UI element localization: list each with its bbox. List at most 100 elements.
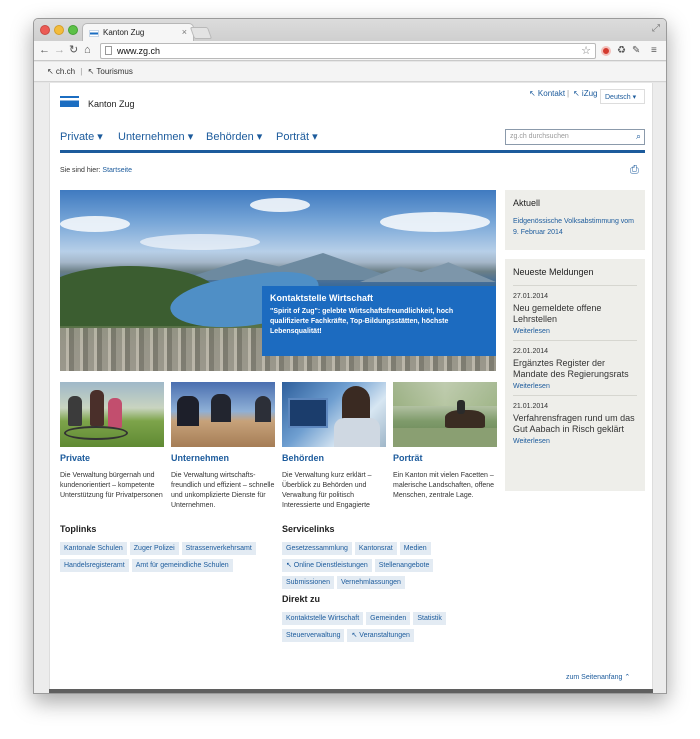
teaser-private-title[interactable]: Private	[60, 453, 164, 463]
direktzu-heading: Direkt zu	[282, 594, 321, 604]
search-icon[interactable]: ⌕	[636, 131, 641, 142]
tab-close-icon[interactable]: ×	[182, 27, 187, 37]
bookmark-ch-ch[interactable]: ↖ ch.ch	[47, 67, 75, 76]
address-bar[interactable]: www.zg.ch ☆	[100, 43, 596, 59]
hero-cloud	[60, 216, 130, 232]
back-to-top-link[interactable]: zum Seitenanfang ⌃	[566, 673, 630, 681]
tab-kanton-zug[interactable]: Kanton Zug ×	[82, 23, 194, 42]
tag-zuger-polizei[interactable]: Zuger Polizei	[129, 542, 179, 555]
forward-icon[interactable]: →	[54, 43, 65, 58]
page-icon	[105, 46, 112, 55]
close-window-button[interactable]	[40, 25, 50, 35]
tag-veranstaltungen[interactable]: ↖ Veranstaltungen	[347, 629, 414, 642]
tag-submissionen[interactable]: Submissionen	[282, 576, 334, 589]
minimize-window-button[interactable]	[54, 25, 64, 35]
hero-caption[interactable]: Kontaktstelle Wirtschaft "Spirit of Zug"…	[262, 286, 496, 356]
bookmark-separator: |	[80, 67, 83, 76]
bookmark-tourismus[interactable]: ↖ Tourismus	[88, 67, 133, 76]
news-date: 22.01.2014	[513, 348, 549, 355]
news-item[interactable]: 21.01.2014 Verfahrensfragen rund um das …	[513, 395, 637, 450]
tag-amt-fuer-gemeindliche-schulen[interactable]: Amt für gemeindliche Schulen	[131, 559, 233, 572]
tag-stellenangebote[interactable]: Stellenangebote	[374, 559, 434, 572]
news-item[interactable]: 27.01.2014 Neu gemeldete offene Lehrstel…	[513, 285, 637, 340]
bookmarks-bar: ↖ ch.ch | ↖ Tourismus	[34, 62, 666, 82]
teaser-portraet[interactable]: Porträt Ein Kanton mit vielen Facetten –…	[393, 382, 497, 501]
teaser-private-image[interactable]	[60, 382, 164, 447]
teaser-unternehmen-image[interactable]	[171, 382, 275, 447]
aktuell-link[interactable]: Eidgenössische Volksabstimmung vom 9. Fe…	[513, 216, 637, 238]
tag-gesetzessammlung[interactable]: Gesetzessammlung	[282, 542, 352, 555]
teaser-behoerden[interactable]: Behörden Die Verwaltung kurz erklärt – Ü…	[282, 382, 386, 511]
news-box: Neueste Meldungen 27.01.2014 Neu gemelde…	[505, 259, 645, 491]
tab-strip: Kanton Zug × ⤢	[34, 19, 666, 42]
tab-title: Kanton Zug	[103, 28, 145, 37]
breadcrumb-prefix: Sie sind hier:	[60, 167, 101, 174]
news-title[interactable]: Neu gemeldete offene Lehrstellen	[513, 303, 637, 325]
news-title[interactable]: Ergänztes Register der Mandate des Regie…	[513, 358, 637, 380]
back-icon[interactable]: ←	[39, 43, 50, 58]
reload-icon[interactable]: ↻	[69, 43, 78, 58]
tag-strassenverkehrsamt[interactable]: Strassenverkehrsamt	[181, 542, 256, 555]
favicon-icon	[89, 30, 99, 37]
tag-kontaktstelle-wirtschaft[interactable]: Kontaktstelle Wirtschaft	[282, 612, 364, 625]
nav-item-private[interactable]: Private ▾	[60, 130, 103, 143]
teaser-private-text: Die Verwaltung bürgernah und kundenorien…	[60, 472, 163, 499]
extension-opera-icon[interactable]	[601, 46, 611, 56]
teaser-behoerden-title[interactable]: Behörden	[282, 453, 386, 463]
teaser-behoerden-text: Die Verwaltung kurz erklärt – Überblick …	[282, 472, 372, 509]
nav-item-unternehmen[interactable]: Unternehmen ▾	[118, 130, 193, 143]
news-more-link[interactable]: Weiterlesen	[513, 438, 637, 445]
tag-vernehmlassungen[interactable]: Vernehmlassungen	[336, 576, 405, 589]
fullscreen-icon[interactable]: ⤢	[652, 23, 660, 34]
news-title[interactable]: Verfahrensfragen rund um das Gut Aabach …	[513, 413, 637, 435]
home-icon[interactable]: ⌂	[84, 43, 91, 58]
extension-wrench-icon[interactable]: ✎	[632, 44, 640, 58]
servicelinks-heading: Servicelinks	[282, 524, 335, 534]
news-more-link[interactable]: Weiterlesen	[513, 383, 637, 390]
news-item[interactable]: 22.01.2014 Ergänztes Register der Mandat…	[513, 340, 637, 395]
tag-steuerverwaltung[interactable]: Steuerverwaltung	[282, 629, 345, 642]
teaser-behoerden-image[interactable]	[282, 382, 386, 447]
hero-cloud	[380, 212, 490, 232]
bookmark-star-icon[interactable]: ☆	[581, 44, 591, 58]
hero-image[interactable]: Kontaktstelle Wirtschaft "Spirit of Zug"…	[60, 190, 496, 371]
direktzu-tags: Kontaktstelle Wirtschaft Gemeinden Statist…	[282, 612, 462, 646]
menu-icon[interactable]: ≡	[651, 44, 657, 58]
nav-item-portraet[interactable]: Porträt ▾	[276, 130, 318, 143]
tag-kantonale-schulen[interactable]: Kantonale Schulen	[60, 542, 127, 555]
extension-recycle-icon[interactable]: ♻	[617, 44, 626, 58]
news-date: 27.01.2014	[513, 293, 549, 300]
browser-toolbar: ← → ↻ ⌂ www.zg.ch ☆ ♻ ✎ ≡	[34, 41, 666, 61]
teaser-portraet-title[interactable]: Porträt	[393, 453, 497, 463]
site-title[interactable]: Kanton Zug	[88, 99, 135, 109]
teaser-portraet-image[interactable]	[393, 382, 497, 447]
language-select[interactable]: Deutsch ▾	[600, 89, 645, 104]
news-more-link[interactable]: Weiterlesen	[513, 328, 637, 335]
tag-kantonsrat[interactable]: Kantonsrat	[354, 542, 397, 555]
hero-text: "Spirit of Zug": gelebte Wirtschaftsfreu…	[270, 308, 454, 335]
hero-mountains	[360, 262, 496, 282]
tag-online-dienstleistungen[interactable]: ↖ Online Dienstleistungen	[282, 559, 372, 572]
tag-handelsregisteramt[interactable]: Handelsregisteramt	[60, 559, 129, 572]
izug-link[interactable]: ↖ iZug	[573, 89, 598, 98]
page-viewport: Kanton Zug ↖ Kontakt | ↖ iZug Deutsch ▾ …	[34, 83, 666, 693]
kanton-zug-logo[interactable]	[60, 96, 79, 107]
teaser-unternehmen[interactable]: Unternehmen Die Verwaltung wirtschafts-f…	[171, 382, 275, 511]
new-tab-button[interactable]	[189, 27, 213, 39]
hero-title: Kontaktstelle Wirtschaft	[270, 293, 373, 303]
maximize-window-button[interactable]	[68, 25, 78, 35]
news-heading: Neueste Meldungen	[513, 267, 594, 277]
hero-cloud	[250, 198, 310, 212]
print-icon[interactable]: ⎙	[630, 164, 639, 177]
tag-statistik[interactable]: Statistik	[413, 612, 446, 625]
teaser-portraet-text: Ein Kanton mit vielen Facetten – maleris…	[393, 472, 495, 499]
breadcrumb-startseite[interactable]: Startseite	[102, 167, 132, 174]
teaser-private[interactable]: Private Die Verwaltung bürgernah und kun…	[60, 382, 164, 501]
search-input[interactable]: zg.ch durchsuchen ⌕	[505, 129, 645, 145]
tag-medien[interactable]: Medien	[399, 542, 431, 555]
url-text: www.zg.ch	[117, 46, 161, 56]
nav-item-behoerden[interactable]: Behörden ▾	[206, 130, 262, 143]
kontakt-link[interactable]: ↖ Kontakt	[529, 89, 565, 98]
tag-gemeinden[interactable]: Gemeinden	[366, 612, 411, 625]
teaser-unternehmen-title[interactable]: Unternehmen	[171, 453, 275, 463]
